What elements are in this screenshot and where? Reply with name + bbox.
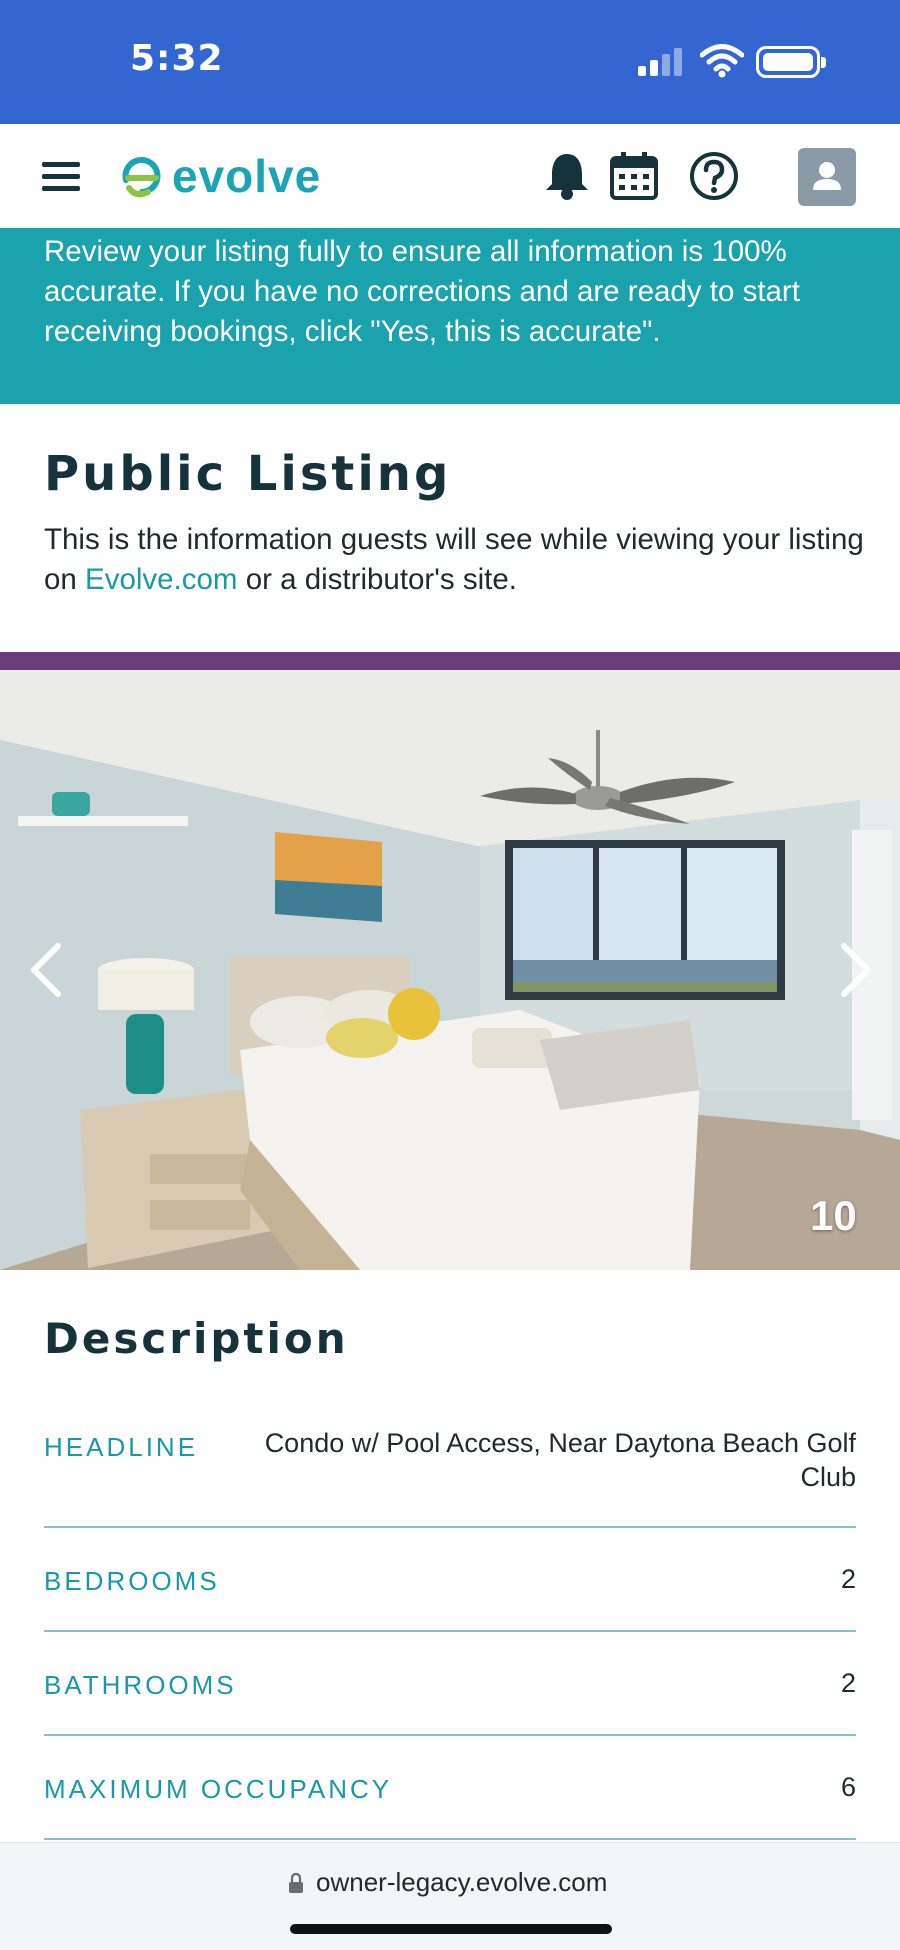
public-listing-description: This is the information guests will see … <box>44 520 864 600</box>
public-listing-title: Public Listing <box>44 446 452 502</box>
evolve-logo[interactable]: evolve <box>120 150 321 202</box>
cellular-signal-icon <box>638 46 686 76</box>
browser-url-bar[interactable]: owner-legacy.evolve.com <box>0 1842 900 1950</box>
status-time: 5:32 <box>130 38 224 79</box>
photo-number: 10 <box>810 1192 857 1239</box>
photo-carousel[interactable]: 10 <box>0 670 900 1270</box>
row-label: BEDROOMS <box>44 1566 220 1596</box>
row-value: Condo w/ Pool Access, Near Daytona Beach… <box>264 1428 856 1492</box>
next-photo-arrow-icon[interactable] <box>830 940 880 1000</box>
bell-icon[interactable] <box>542 150 592 202</box>
wifi-icon <box>700 44 744 78</box>
row-label: MAXIMUM OCCUPANCY <box>44 1774 393 1804</box>
menu-icon[interactable] <box>42 160 80 192</box>
listing-photo-bedroom <box>0 670 900 1270</box>
review-banner: Review your listing fully to ensure all … <box>0 228 900 404</box>
user-avatar-icon[interactable] <box>798 148 856 206</box>
public-listing-desc-text-end: or a distributor's site. <box>237 563 517 596</box>
status-bar: 5:32 <box>0 0 900 124</box>
row-label: BATHROOMS <box>44 1670 237 1700</box>
lock-icon <box>289 1873 303 1893</box>
description-title: Description <box>44 1314 349 1363</box>
previous-photo-arrow-icon[interactable] <box>22 940 72 1000</box>
row-value: 2 <box>840 1668 856 1698</box>
evolve-com-link[interactable]: Evolve.com <box>85 563 237 596</box>
app-header: evolve <box>0 124 900 228</box>
evolve-logo-mark-icon <box>122 157 161 198</box>
row-value: 2 <box>840 1564 856 1594</box>
row-label: HEADLINE <box>44 1432 199 1462</box>
section-divider <box>0 652 900 670</box>
row-value: 6 <box>840 1772 856 1802</box>
battery-icon <box>756 46 826 78</box>
description-row-bathrooms: BATHROOMS 2 <box>44 1632 856 1736</box>
review-banner-text: Review your listing fully to ensure all … <box>44 235 800 348</box>
description-row-headline: HEADLINE Condo w/ Pool Access, Near Dayt… <box>44 1420 856 1528</box>
description-row-bedrooms: BEDROOMS 2 <box>44 1528 856 1632</box>
description-row-max-occupancy: MAXIMUM OCCUPANCY 6 <box>44 1736 856 1840</box>
home-indicator <box>290 1924 612 1934</box>
logo-text: evolve <box>172 150 322 202</box>
calendar-icon[interactable] <box>608 150 660 202</box>
help-icon[interactable] <box>688 150 740 202</box>
url-text[interactable]: owner-legacy.evolve.com <box>316 1867 607 1898</box>
